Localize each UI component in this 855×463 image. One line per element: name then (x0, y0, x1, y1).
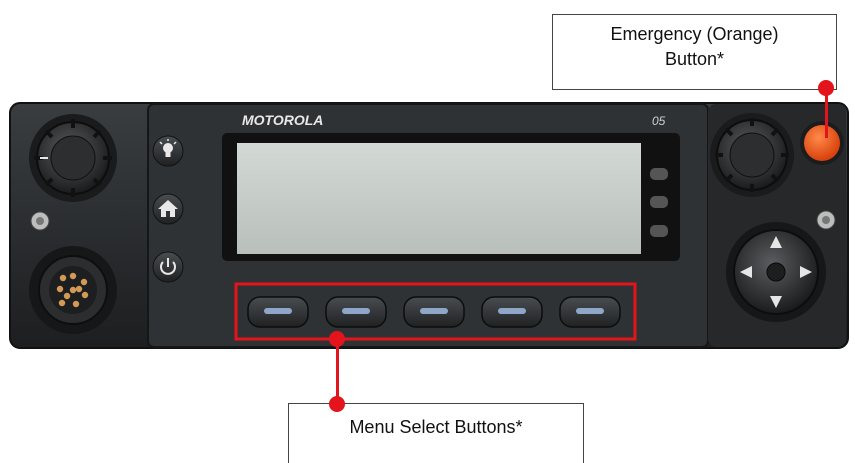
menu-callout-dot-top (329, 331, 345, 347)
menu-select-button-5[interactable] (559, 296, 621, 328)
menu-button-indicator (342, 308, 370, 314)
lcd-indicator (650, 196, 668, 208)
screw (816, 210, 836, 230)
menu-callout-line (336, 339, 339, 404)
light-button[interactable] (152, 135, 184, 167)
menu-select-callout: Menu Select Buttons* (288, 403, 584, 463)
menu-callout-dot-bottom (329, 396, 345, 412)
brand-label: MOTOROLA (242, 112, 323, 128)
screw (30, 211, 50, 231)
menu-select-callout-label: Menu Select Buttons* (349, 417, 523, 437)
menu-select-button-1[interactable] (247, 296, 309, 328)
volume-knob[interactable] (29, 114, 117, 202)
menu-button-indicator (420, 308, 448, 314)
menu-select-button-3[interactable] (403, 296, 465, 328)
lcd-indicator (650, 225, 668, 237)
menu-select-button-2[interactable] (325, 296, 387, 328)
accessory-connector (29, 246, 117, 334)
emergency-callout-line2: Button* (664, 49, 725, 69)
menu-button-indicator (264, 308, 292, 314)
menu-button-indicator (576, 308, 604, 314)
lcd-indicator (650, 168, 668, 180)
emergency-button[interactable] (800, 121, 844, 165)
channel-knob[interactable] (710, 113, 794, 197)
home-button[interactable] (152, 193, 184, 225)
emergency-button-callout: Emergency (Orange) Button* (552, 14, 837, 90)
lcd-display (237, 143, 641, 254)
emergency-callout-line1: Emergency (Orange) (610, 24, 779, 44)
navigation-pad[interactable] (726, 222, 826, 322)
power-button[interactable] (152, 251, 184, 283)
menu-select-button-4[interactable] (481, 296, 543, 328)
emergency-callout-dot (818, 80, 834, 96)
menu-button-indicator (498, 308, 526, 314)
channel-label: 05 (652, 114, 666, 128)
